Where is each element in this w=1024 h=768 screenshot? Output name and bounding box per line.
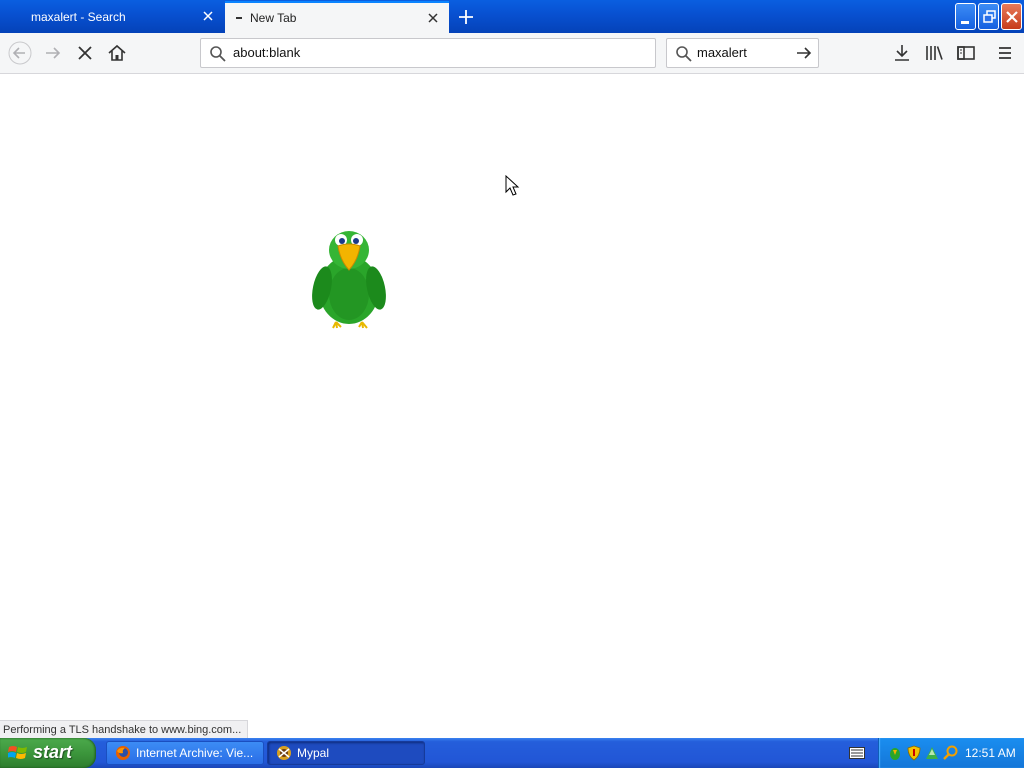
- tab-new-tab[interactable]: New Tab: [225, 1, 449, 33]
- stop-loading-icon[interactable]: [73, 41, 97, 65]
- tab-close-icon[interactable]: [426, 11, 440, 25]
- taskbar: start Internet Archive: Vie... Mypal 12:…: [0, 738, 1024, 768]
- address-bar[interactable]: [200, 38, 656, 68]
- windows-logo-icon: [8, 746, 27, 759]
- start-label: start: [33, 742, 73, 762]
- search-bar[interactable]: [666, 38, 819, 68]
- new-tab-plus-icon[interactable]: [455, 6, 477, 28]
- window-restore-button[interactable]: [978, 3, 999, 30]
- status-text: Performing a TLS handshake to www.bing.c…: [0, 720, 249, 739]
- search-icon: [210, 46, 226, 62]
- taskbar-item-internet-archive[interactable]: Internet Archive: Vie...: [106, 741, 264, 765]
- restore-icon: [983, 10, 996, 23]
- mouse-cursor-icon: [505, 175, 520, 196]
- back-arrow-icon[interactable]: [8, 41, 32, 65]
- taskbar-item-label: Internet Archive: Vie...: [136, 746, 254, 760]
- search-icon: [676, 46, 692, 62]
- home-icon[interactable]: [105, 41, 129, 65]
- tab-title: maxalert - Search: [31, 10, 126, 24]
- tab-title: New Tab: [250, 11, 297, 25]
- mypal-icon: [277, 746, 291, 760]
- minimize-icon: [961, 21, 969, 24]
- title-bar: maxalert - Search New Tab: [0, 0, 1024, 33]
- security-shield-icon[interactable]: [906, 745, 922, 761]
- downloads-icon[interactable]: [890, 41, 914, 65]
- page-content: [0, 74, 1024, 738]
- start-button[interactable]: start: [0, 738, 96, 768]
- tab-close-icon[interactable]: [201, 9, 215, 23]
- keyboard-language-icon[interactable]: [849, 747, 865, 759]
- network-icon[interactable]: [924, 745, 940, 761]
- search-tray-icon[interactable]: [943, 745, 959, 761]
- hamburger-menu-icon[interactable]: [993, 41, 1017, 65]
- library-icon[interactable]: [922, 41, 946, 65]
- taskbar-item-label: Mypal: [297, 746, 330, 760]
- search-go-arrow-icon[interactable]: [794, 43, 814, 63]
- clock: 12:51 AM: [965, 746, 1016, 760]
- window-close-button[interactable]: [1001, 3, 1022, 30]
- navigation-toolbar: [0, 33, 1024, 74]
- bonzi-tray-icon[interactable]: [887, 745, 903, 761]
- taskbar-item-mypal[interactable]: Mypal: [267, 741, 425, 765]
- firefox-icon: [116, 746, 130, 760]
- tab-maxalert-search[interactable]: maxalert - Search: [0, 1, 224, 33]
- sidebar-toggle-icon[interactable]: [954, 41, 978, 65]
- window-minimize-button[interactable]: [955, 3, 976, 30]
- url-input[interactable]: [233, 45, 633, 60]
- search-input[interactable]: [697, 45, 789, 60]
- forward-arrow-icon[interactable]: [41, 41, 65, 65]
- green-parrot-character[interactable]: [310, 226, 388, 330]
- system-tray: 12:51 AM: [878, 738, 1024, 768]
- tab-loading-icon: [236, 17, 242, 19]
- close-icon: [1006, 11, 1018, 23]
